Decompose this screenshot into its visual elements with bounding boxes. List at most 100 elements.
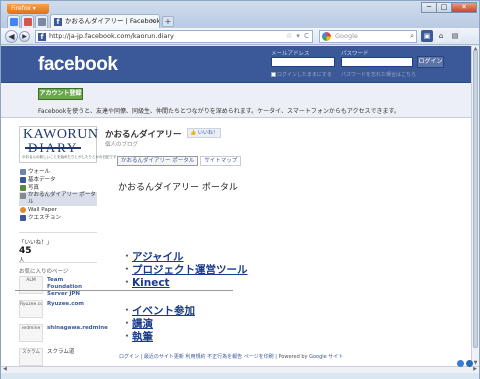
horizontal-scrollbar[interactable]: ◀ ▶ bbox=[1, 366, 479, 373]
sidebar-item-photos[interactable]: 写真 bbox=[19, 184, 99, 192]
logo-tagline: かおるんの新しいことを始めたりとかしたりとかの日記です bbox=[22, 155, 117, 159]
sidebar-item-wall[interactable]: ウォール bbox=[19, 168, 99, 176]
page-icon bbox=[20, 193, 26, 199]
footer-link[interactable]: ログイン bbox=[119, 354, 139, 360]
pinned-tab[interactable] bbox=[21, 15, 34, 28]
home-icon[interactable]: ⌂ bbox=[435, 30, 447, 42]
link-list: イベント参加 講演 執筆 bbox=[125, 304, 195, 343]
vertical-scrollbar[interactable]: ▲ ▼ bbox=[471, 46, 479, 366]
favorite-name[interactable]: Ryuzee.com bbox=[47, 301, 99, 308]
link-agile[interactable]: アジャイル bbox=[125, 250, 248, 263]
favorite-thumbnail: redmine bbox=[19, 324, 43, 342]
sidebar-item-wallpaper[interactable]: Wall Paper bbox=[19, 206, 99, 214]
forward-button[interactable]: ▶ bbox=[19, 31, 30, 42]
link-talks[interactable]: 講演 bbox=[125, 317, 195, 330]
footer-google-link[interactable]: Google サイト bbox=[309, 354, 343, 360]
facebook-favicon-icon: f bbox=[54, 18, 62, 26]
url-text: http://ja-jp.facebook.com/kaorun.diary bbox=[49, 32, 174, 40]
new-tab-button[interactable]: + bbox=[162, 16, 174, 27]
scroll-left-icon[interactable]: ◀ bbox=[3, 366, 7, 372]
addon-status-icon[interactable] bbox=[457, 360, 464, 367]
link-project-tools[interactable]: プロジェクト運営ツール bbox=[125, 263, 248, 276]
menu-icon[interactable]: ▤ bbox=[449, 30, 461, 42]
close-window-button[interactable]: ✕ bbox=[451, 2, 477, 13]
status-icons bbox=[455, 360, 473, 367]
bookmark-star-icon[interactable]: ☆ ▾ C bbox=[286, 31, 310, 42]
sidebar-item-question[interactable]: クエスチョン bbox=[19, 214, 99, 222]
keep-logged-in-label: ログインしたままにする bbox=[277, 72, 332, 78]
footer-link[interactable]: ページを印刷 bbox=[244, 354, 274, 360]
password-label: パスワード bbox=[341, 51, 369, 57]
window-controls: ─ □ ✕ bbox=[421, 2, 477, 14]
tab-bar: Firefox ▾ f かおるんダイアリー | Facebook × + ─ □… bbox=[1, 1, 479, 28]
logo-line2: DIARY bbox=[25, 140, 82, 156]
sidebar-item-label: Wall Paper bbox=[28, 207, 57, 213]
thumbs-up-icon: 👍 bbox=[190, 130, 197, 136]
navigation-bar: ◀ ▶ f http://ja-jp.facebook.com/kaorun.d… bbox=[1, 28, 479, 45]
favorite-page[interactable]: スクラム スクラム道 bbox=[19, 348, 99, 366]
favorite-thumbnail: ALM bbox=[19, 276, 43, 294]
minimize-button[interactable]: ─ bbox=[421, 2, 437, 13]
firefox-menu-button[interactable]: Firefox ▾ bbox=[7, 4, 49, 14]
tab-facebook[interactable]: f かおるんダイアリー | Facebook × bbox=[50, 14, 160, 28]
email-field[interactable] bbox=[271, 57, 335, 67]
paper-icon bbox=[20, 207, 26, 213]
email-label: メールアドレス bbox=[271, 51, 310, 57]
addon-status-icon[interactable] bbox=[466, 360, 473, 367]
browser-window: Firefox ▾ f かおるんダイアリー | Facebook × + ─ □… bbox=[0, 0, 480, 379]
scroll-right-icon[interactable]: ▶ bbox=[473, 366, 477, 372]
sidebar-item-info[interactable]: 基本データ bbox=[19, 176, 99, 184]
promo-text: Facebookを使うと、友達や同僚、同級生、仲間たちとつながりを深められます。… bbox=[38, 108, 400, 115]
keep-logged-in[interactable]: ログインしたままにする bbox=[271, 71, 332, 78]
page-title[interactable]: かおるんダイアリー bbox=[105, 128, 182, 140]
footer-link[interactable]: 利用規約 bbox=[186, 354, 206, 360]
favorite-page[interactable]: ALM Team Foundation Server JPN bbox=[19, 276, 99, 298]
left-sidebar: KAWORUN DIARY かおるんの新しいことを始めたりとかしたりとかの日記で… bbox=[19, 126, 117, 366]
footer-link[interactable]: 不正行為を報告 bbox=[207, 354, 242, 360]
status-bar bbox=[1, 373, 479, 379]
link-writing[interactable]: 執筆 bbox=[125, 330, 195, 343]
like-button-label: いいね！ bbox=[197, 130, 218, 136]
link-events[interactable]: イベント参加 bbox=[125, 304, 195, 317]
divider bbox=[19, 262, 97, 263]
link-kinect[interactable]: Kinect bbox=[125, 276, 248, 289]
favorite-name[interactable]: スクラム道 bbox=[47, 349, 99, 356]
favorite-page[interactable]: Ryuzee.com Ryuzee.com bbox=[19, 300, 99, 322]
profile-picture[interactable]: KAWORUN DIARY かおるんの新しいことを始めたりとかしたりとかの日記で… bbox=[19, 126, 117, 163]
like-button[interactable]: 👍 いいね！ bbox=[187, 128, 221, 138]
photo-icon bbox=[20, 185, 26, 191]
maximize-button[interactable]: □ bbox=[436, 2, 452, 13]
search-box[interactable]: Google ⌕ bbox=[319, 30, 417, 43]
checkbox[interactable] bbox=[271, 72, 276, 77]
link-list: アジャイル プロジェクト運営ツール Kinect bbox=[125, 250, 248, 289]
footer-powered: Powered by bbox=[278, 354, 308, 360]
sidebar-item-label: 写真 bbox=[28, 185, 40, 191]
password-field[interactable] bbox=[341, 57, 413, 67]
pinned-tab[interactable] bbox=[7, 15, 20, 28]
tab-portal[interactable]: かおるんダイアリー ポータル bbox=[117, 156, 199, 166]
search-icon[interactable]: ⌕ bbox=[410, 31, 414, 42]
favorite-page[interactable]: redmine shinagawa.redmine bbox=[19, 324, 108, 346]
favorite-name[interactable]: Team Foundation Server JPN bbox=[47, 277, 99, 298]
favorite-name[interactable]: shinagawa.redmine bbox=[47, 325, 108, 332]
forgot-password-link[interactable]: パスワードを忘れた場合はこちら bbox=[341, 71, 416, 78]
favorite-thumbnail: Ryuzee.com bbox=[19, 300, 43, 318]
facebook-logo[interactable]: facebook bbox=[38, 54, 118, 76]
back-button[interactable]: ◀ bbox=[5, 30, 18, 43]
sidebar-item-portal[interactable]: かおるんダイアリー ポータル bbox=[19, 192, 97, 206]
wall-icon bbox=[20, 169, 26, 175]
likes-box: 「いいね！」 45 人 bbox=[19, 238, 52, 264]
favorite-thumbnail: スクラム bbox=[19, 348, 43, 366]
scrollbar-thumb[interactable] bbox=[473, 50, 478, 348]
register-button[interactable]: アカウント登録 bbox=[38, 88, 83, 100]
page-category: 個人のブログ bbox=[105, 142, 139, 148]
address-bar[interactable]: f http://ja-jp.facebook.com/kaorun.diary… bbox=[35, 30, 313, 43]
promo-band: アカウント登録 Facebookを使うと、友達や同僚、同級生、仲間たちとつながり… bbox=[1, 83, 471, 118]
toolbar-addon-icon[interactable]: ▣ bbox=[421, 30, 433, 42]
pinned-tab[interactable] bbox=[35, 15, 48, 28]
tab-title: かおるんダイアリー | Facebook bbox=[65, 17, 160, 25]
login-button[interactable]: ログイン bbox=[417, 56, 444, 68]
tab-sitemap[interactable]: サイトマップ bbox=[200, 156, 242, 166]
tab-close-icon[interactable]: × bbox=[150, 15, 156, 28]
footer-link[interactable]: 最近のサイト更新 bbox=[144, 354, 184, 360]
